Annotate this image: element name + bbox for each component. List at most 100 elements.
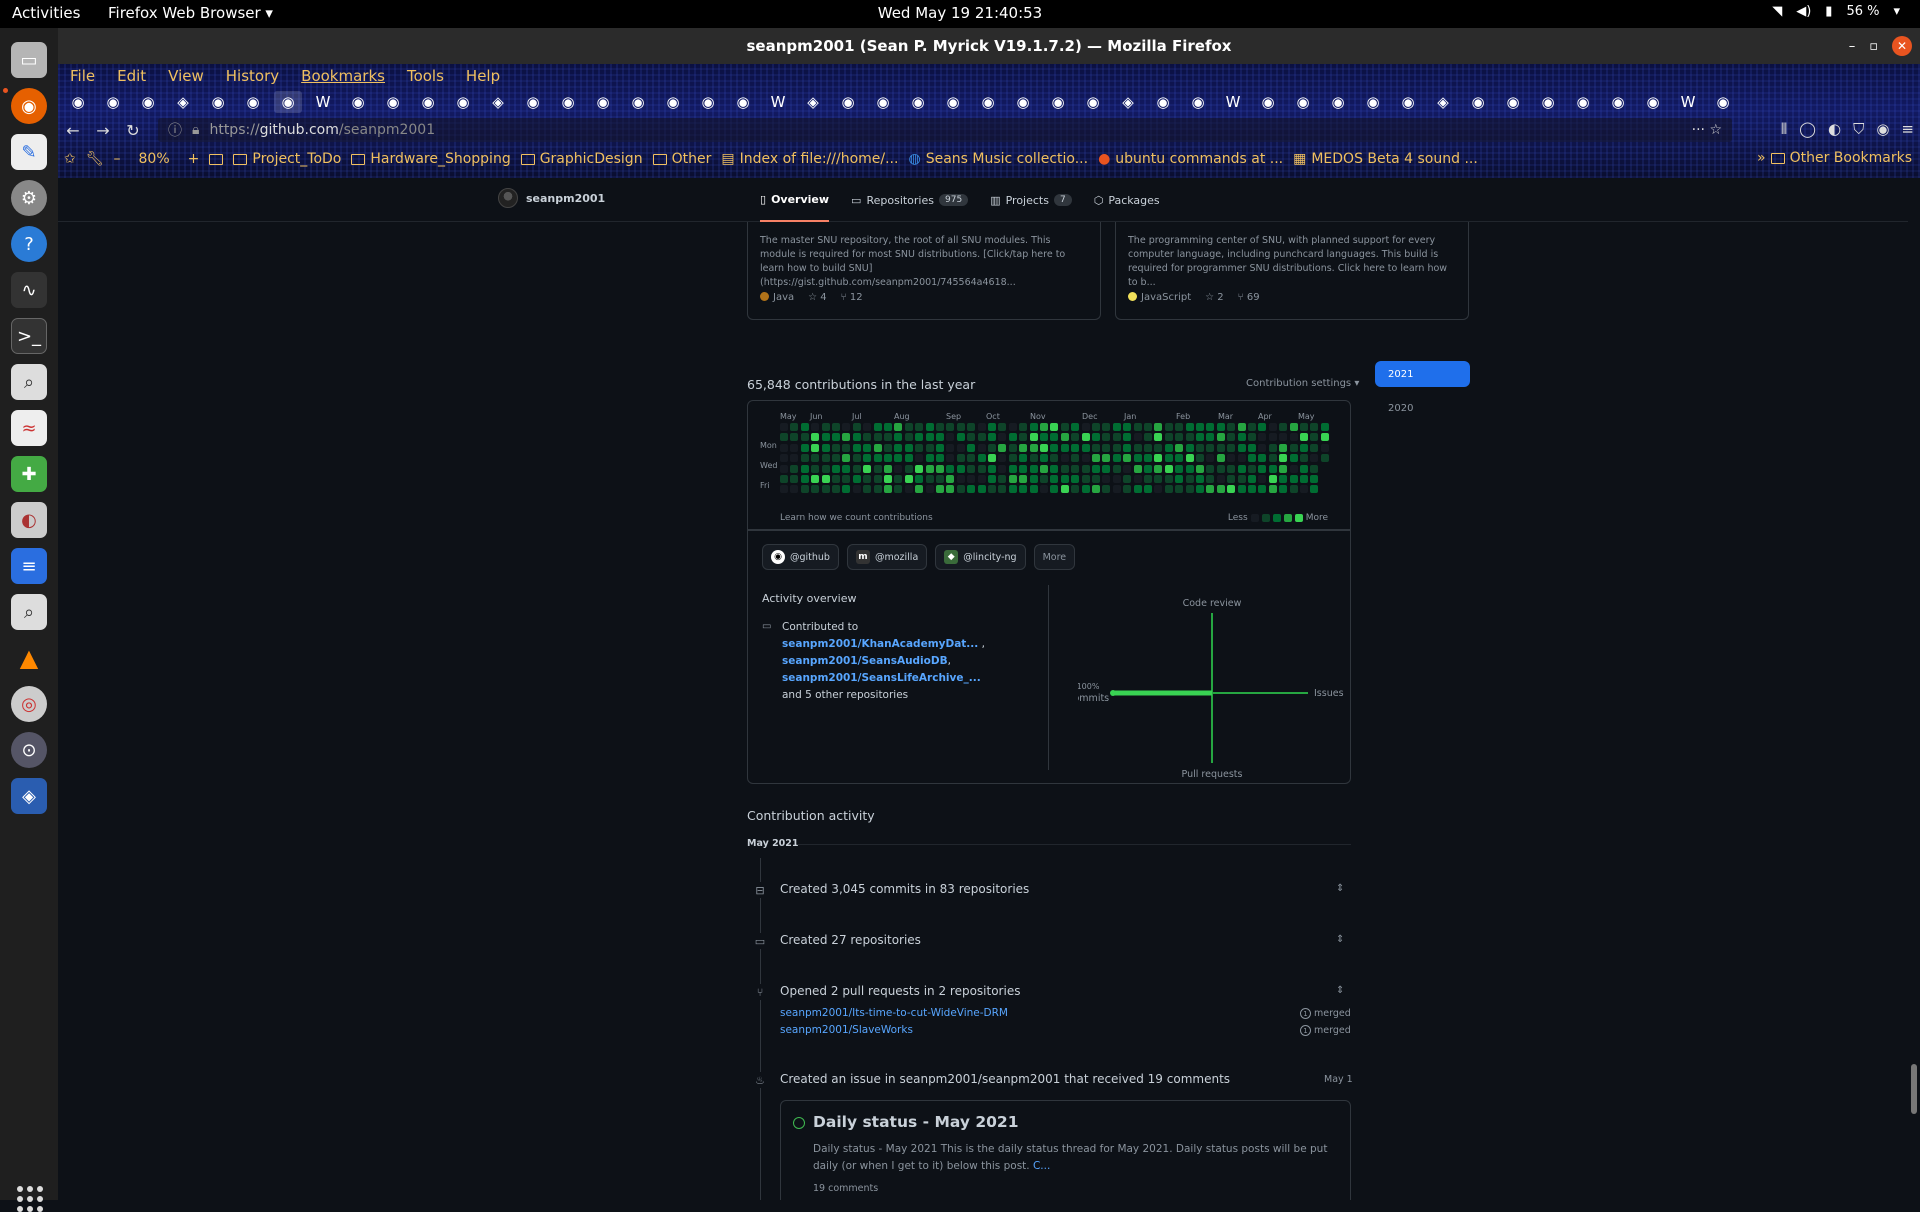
firefox-icon[interactable]: ◉ [11, 88, 47, 124]
calendar-day-cell[interactable] [873, 423, 882, 431]
calendar-day-cell[interactable] [1050, 485, 1059, 494]
bookmark-hardware-shopping[interactable]: Hardware_Shopping [351, 151, 511, 167]
calendar-day-cell[interactable] [1123, 454, 1132, 463]
calendar-day-cell[interactable] [1060, 454, 1069, 463]
calendar-day-cell[interactable] [1040, 443, 1048, 452]
browser-tab[interactable]: ◉ [1324, 91, 1352, 113]
calendar-day-cell[interactable] [1102, 485, 1111, 494]
calendar-day-cell[interactable] [1092, 433, 1100, 442]
calendar-day-cell[interactable] [832, 464, 840, 473]
calendar-day-cell[interactable] [1185, 475, 1194, 483]
calendar-day-cell[interactable] [1040, 433, 1048, 442]
calendar-day-cell[interactable] [1196, 423, 1204, 431]
calendar-day-cell[interactable] [1310, 485, 1319, 494]
calendar-day-cell[interactable] [800, 464, 809, 473]
calendar-day-cell[interactable] [1029, 485, 1038, 494]
calendar-day-cell[interactable] [1289, 485, 1298, 494]
lock-app-icon[interactable]: ⊙ [11, 732, 47, 768]
calendar-day-cell[interactable] [811, 454, 820, 463]
calendar-day-cell[interactable] [1144, 423, 1152, 431]
browser-tab[interactable]: ◉ [204, 91, 232, 113]
browser-tab[interactable]: ◈ [1114, 91, 1142, 113]
calendar-day-cell[interactable] [863, 433, 872, 442]
calendar-day-cell[interactable] [1216, 454, 1225, 463]
calendar-day-cell[interactable] [1196, 464, 1204, 473]
calendar-day-cell[interactable] [1123, 464, 1132, 473]
calendar-day-cell[interactable] [946, 475, 955, 483]
search-icon[interactable]: ⌕ [11, 364, 47, 400]
calendar-day-cell[interactable] [946, 464, 955, 473]
calendar-day-cell[interactable] [1060, 443, 1069, 452]
calendar-day-cell[interactable] [956, 475, 965, 483]
calendar-day-cell[interactable] [956, 443, 965, 452]
calendar-day-cell[interactable] [780, 454, 788, 463]
calendar-day-cell[interactable] [873, 485, 882, 494]
help-icon[interactable]: ? [11, 226, 47, 262]
calendar-day-cell[interactable] [1258, 454, 1267, 463]
calendar-day-cell[interactable] [1071, 454, 1080, 463]
calendar-day-cell[interactable] [1310, 475, 1319, 483]
calendar-day-cell[interactable] [1185, 464, 1194, 473]
calendar-day-cell[interactable] [904, 464, 913, 473]
calendar-day-cell[interactable] [998, 423, 1007, 431]
library-icon[interactable]: ⫴ [1781, 120, 1787, 138]
browser-tab[interactable]: ◉ [1534, 91, 1562, 113]
calendar-day-cell[interactable] [1019, 433, 1028, 442]
calendar-day-cell[interactable] [988, 475, 996, 483]
calendar-day-cell[interactable] [1060, 423, 1069, 431]
calendar-day-cell[interactable] [894, 485, 903, 494]
tab-packages[interactable]: ⬡ Packages [1094, 178, 1160, 222]
browser-tab[interactable]: ◉ [1569, 91, 1597, 113]
calendar-day-cell[interactable] [1144, 454, 1152, 463]
calendar-day-cell[interactable] [800, 485, 809, 494]
repo-stars[interactable]: ☆ 4 [808, 291, 827, 305]
calendar-day-cell[interactable] [1227, 475, 1236, 483]
extension-icon[interactable]: ◐ [1828, 120, 1841, 138]
calendar-day-cell[interactable] [1227, 443, 1236, 452]
audio-editor-icon[interactable]: ≈ [11, 410, 47, 446]
calendar-day-cell[interactable] [956, 464, 965, 473]
expand-toggle-icon[interactable]: ⇕ [1336, 985, 1344, 996]
virtualbox-icon[interactable]: ◈ [11, 778, 47, 814]
calendar-day-cell[interactable] [1185, 433, 1194, 442]
calendar-day-cell[interactable] [873, 443, 882, 452]
zoom-level[interactable]: 80% [139, 151, 170, 167]
calendar-day-cell[interactable] [936, 464, 944, 473]
calendar-day-cell[interactable] [1144, 464, 1152, 473]
calendar-day-cell[interactable] [1300, 485, 1308, 494]
calendar-day-cell[interactable] [1310, 433, 1319, 442]
forward-icon[interactable]: → [88, 121, 118, 140]
calendar-day-cell[interactable] [936, 475, 944, 483]
calendar-day-cell[interactable] [1050, 475, 1059, 483]
calendar-day-cell[interactable] [1081, 423, 1090, 431]
calendar-day-cell[interactable] [780, 423, 788, 431]
browser-tab[interactable]: ◉ [449, 91, 477, 113]
calendar-day-cell[interactable] [956, 423, 965, 431]
calendar-day-cell[interactable] [1268, 464, 1277, 473]
calendar-day-cell[interactable] [1289, 443, 1298, 452]
magnifier-icon[interactable]: ⌕ [11, 594, 47, 630]
writer-icon[interactable]: ≡ [11, 548, 47, 584]
repo-stars[interactable]: ☆ 2 [1205, 291, 1224, 305]
calendar-day-cell[interactable] [1019, 443, 1028, 452]
calendar-day-cell[interactable] [873, 433, 882, 442]
browser-tab[interactable]: ◈ [484, 91, 512, 113]
github-ext-icon[interactable]: ◉ [1876, 120, 1889, 138]
calendar-day-cell[interactable] [852, 423, 861, 431]
calendar-day-cell[interactable] [811, 423, 820, 431]
browser-tab[interactable]: ◉ [869, 91, 897, 113]
browser-tab[interactable]: ◉ [1079, 91, 1107, 113]
calendar-day-cell[interactable] [915, 475, 924, 483]
browser-tab[interactable]: ◉ [974, 91, 1002, 113]
calendar-day-cell[interactable] [998, 433, 1007, 442]
calendar-day-cell[interactable] [1279, 454, 1288, 463]
calendar-day-cell[interactable] [1102, 443, 1111, 452]
calendar-day-cell[interactable] [904, 485, 913, 494]
calendar-day-cell[interactable] [946, 433, 955, 442]
calendar-day-cell[interactable] [863, 443, 872, 452]
calendar-day-cell[interactable] [1175, 475, 1184, 483]
menu-tools[interactable]: Tools [407, 67, 444, 85]
page-actions-icon[interactable]: ··· ☆ [1692, 122, 1722, 138]
calendar-day-cell[interactable] [884, 433, 892, 442]
calendar-day-cell[interactable] [1206, 443, 1215, 452]
